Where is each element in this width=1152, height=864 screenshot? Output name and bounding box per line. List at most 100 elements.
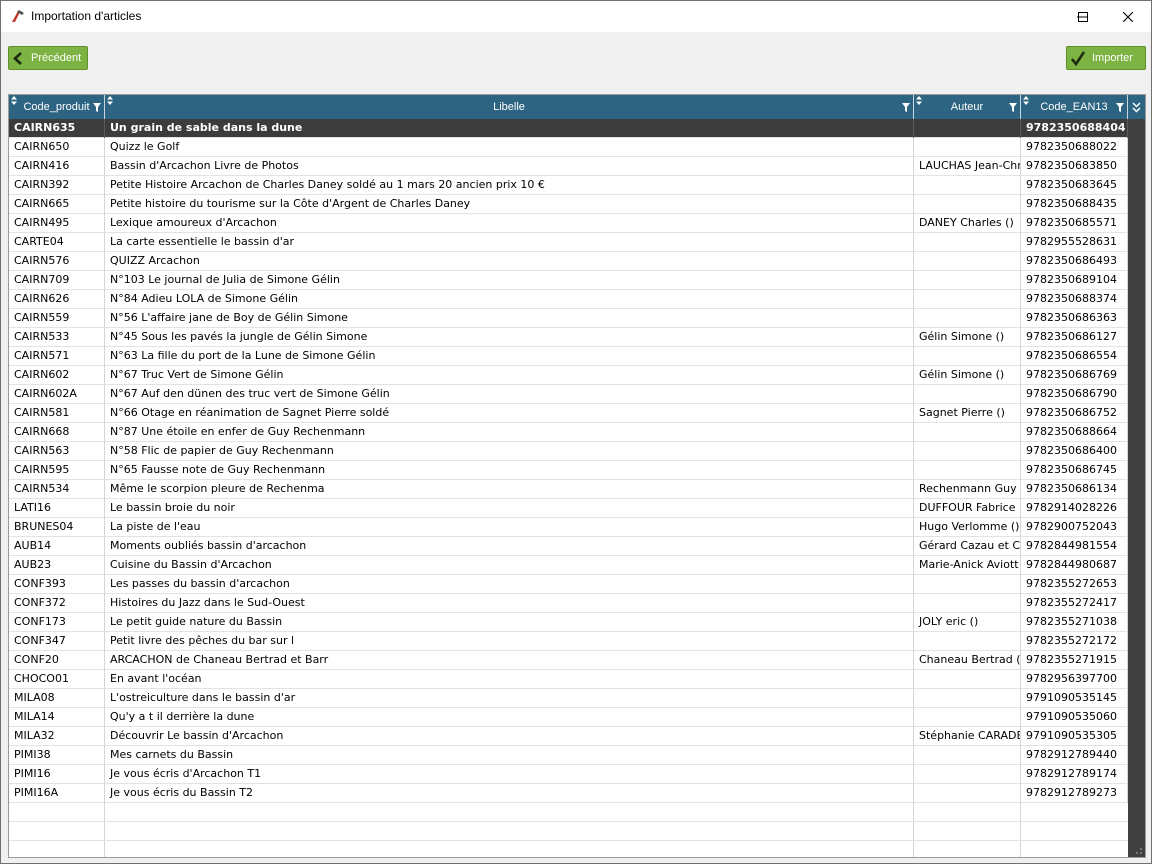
filter-icon[interactable]: [1009, 103, 1017, 112]
table-row[interactable]: CAIRN595 N°65 Fausse note de Guy Rechenma…: [9, 461, 1128, 480]
table-row[interactable]: CARTE04 La carte essentielle le bassin d'…: [9, 233, 1128, 252]
table-row[interactable]: MILA08 L'ostreiculture dans le bassin d'a…: [9, 689, 1128, 708]
table-row[interactable]: CAIRN668 N°87 Une étoile en enfer de Guy …: [9, 423, 1128, 442]
filter-icon[interactable]: [93, 103, 101, 112]
cell-auteur: [914, 252, 1021, 271]
cell-code-ean13: 9782956397700: [1021, 670, 1128, 689]
table-row[interactable]: CAIRN665 Petite histoire du tourisme sur …: [9, 195, 1128, 214]
cell-auteur: Gérard Cazau et C: [914, 537, 1021, 556]
table-row[interactable]: CAIRN635 Un grain de sable dans la dune 97…: [9, 119, 1128, 138]
column-header-code-ean13[interactable]: Code_EAN13: [1021, 95, 1128, 119]
cell-auteur: [914, 784, 1021, 803]
filter-icon[interactable]: [902, 103, 910, 112]
table-row[interactable]: CAIRN626 N°84 Adieu LOLA de Simone Gélin 9…: [9, 290, 1128, 309]
cell-code-ean13: 9791090535060: [1021, 708, 1128, 727]
table-row[interactable]: CAIRN533 N°45 Sous les pavés la jungle de…: [9, 328, 1128, 347]
cell-code-produit: CAIRN602: [9, 366, 105, 385]
cell-auteur: Rechenmann Guy: [914, 480, 1021, 499]
cell-libelle: Un grain de sable dans la dune: [105, 119, 914, 138]
table-row[interactable]: CAIRN563 N°58 Flic de papier de Guy Reche…: [9, 442, 1128, 461]
table-row[interactable]: PIMI16A Je vous écris du Bassin T2 9782912…: [9, 784, 1128, 803]
empty-row: [9, 841, 1128, 857]
cell-libelle: N°63 La fille du port de la Lune de Simo…: [105, 347, 914, 366]
table-row[interactable]: MILA14 Qu'y a t il derrière la dune 979109…: [9, 708, 1128, 727]
cell-libelle: N°67 Auf den dünen des truc vert de Simo…: [105, 385, 914, 404]
cell-code-produit: LATI16: [9, 499, 105, 518]
cell-auteur: [914, 176, 1021, 195]
maximize-button[interactable]: [1060, 1, 1106, 32]
cell-auteur: [914, 195, 1021, 214]
cell-libelle: N°58 Flic de papier de Guy Rechenmann: [105, 442, 914, 461]
cell-libelle: Découvrir Le bassin d'Arcachon: [105, 727, 914, 746]
table-row[interactable]: CAIRN416 Bassin d'Arcachon Livre de Photo…: [9, 157, 1128, 176]
column-label: Code_EAN13: [1040, 101, 1108, 113]
table-row[interactable]: CONF393 Les passes du bassin d'arcachon 97…: [9, 575, 1128, 594]
cell-auteur: [914, 632, 1021, 651]
table-row[interactable]: CONF20 ARCACHON de Chaneau Bertrad et Bar…: [9, 651, 1128, 670]
cell-auteur: Marie-Anick Aviott: [914, 556, 1021, 575]
cell-auteur: [914, 670, 1021, 689]
cell-libelle: ARCACHON de Chaneau Bertrad et Barr: [105, 651, 914, 670]
table-row[interactable]: CONF347 Petit livre des pêches du bar sur…: [9, 632, 1128, 651]
table-row[interactable]: CAIRN709 N°103 Le journal de Julia de Sim…: [9, 271, 1128, 290]
cell-code-ean13: 9782355271038: [1021, 613, 1128, 632]
table-row[interactable]: AUB23 Cuisine du Bassin d'Arcachon Marie-A…: [9, 556, 1128, 575]
cell-libelle: N°65 Fausse note de Guy Rechenmann: [105, 461, 914, 480]
cell-libelle: Lexique amoureux d'Arcachon: [105, 214, 914, 233]
cell-auteur: [914, 119, 1021, 138]
table-row[interactable]: MILA32 Découvrir Le bassin d'Arcachon Stép…: [9, 727, 1128, 746]
table-row[interactable]: BRUNES04 La piste de l'eau Hugo Verlomme (…: [9, 518, 1128, 537]
cell-code-produit: CAIRN635: [9, 119, 105, 138]
table-row[interactable]: CAIRN576 QUIZZ Arcachon 9782350686493: [9, 252, 1128, 271]
table-row[interactable]: AUB14 Moments oubliés bassin d'arcachon Gé…: [9, 537, 1128, 556]
table-row[interactable]: PIMI16 Je vous écris d'Arcachon T1 9782912…: [9, 765, 1128, 784]
table-row[interactable]: PIMI38 Mes carnets du Bassin 9782912789440: [9, 746, 1128, 765]
cell-code-produit: CAIRN602A: [9, 385, 105, 404]
column-header-code-produit[interactable]: Code_produit: [9, 95, 105, 119]
resize-grip-icon[interactable]: [1133, 845, 1143, 855]
table-row[interactable]: CHOCO01 En avant l'océan 9782956397700: [9, 670, 1128, 689]
cell-code-ean13: 9782350686400: [1021, 442, 1128, 461]
double-chevron-down-icon: [1132, 102, 1141, 113]
table-row[interactable]: CAIRN534 Même le scorpion pleure de Reche…: [9, 480, 1128, 499]
empty-row: [9, 803, 1128, 822]
cell-libelle: L'ostreiculture dans le bassin d'ar: [105, 689, 914, 708]
table-row[interactable]: CAIRN602A N°67 Auf den dünen des truc ver…: [9, 385, 1128, 404]
cell-code-produit: CAIRN495: [9, 214, 105, 233]
cell-libelle: Le petit guide nature du Bassin: [105, 613, 914, 632]
table-row[interactable]: CAIRN581 N°66 Otage en réanimation de Sag…: [9, 404, 1128, 423]
cell-code-produit: CHOCO01: [9, 670, 105, 689]
cell-libelle: Le bassin broie du noir: [105, 499, 914, 518]
table-row[interactable]: CAIRN495 Lexique amoureux d'Arcachon DANEY…: [9, 214, 1128, 233]
filter-icon[interactable]: [1116, 103, 1124, 112]
column-header-libelle[interactable]: Libelle: [105, 95, 914, 119]
cell-code-produit: CONF173: [9, 613, 105, 632]
column-chooser-button[interactable]: [1128, 95, 1145, 119]
cell-code-produit: CAIRN576: [9, 252, 105, 271]
table-row[interactable]: CONF173 Le petit guide nature du Bassin JO…: [9, 613, 1128, 632]
cell-auteur: [914, 233, 1021, 252]
cell-code-produit: CAIRN709: [9, 271, 105, 290]
vertical-scrollbar[interactable]: [1128, 119, 1145, 857]
cell-auteur: [914, 271, 1021, 290]
table-row[interactable]: CONF372 Histoires du Jazz dans le Sud-Oue…: [9, 594, 1128, 613]
chevron-left-icon: [13, 52, 22, 65]
table-row[interactable]: CAIRN650 Quizz le Golf 9782350688022: [9, 138, 1128, 157]
cell-code-ean13: 9782844980687: [1021, 556, 1128, 575]
close-button[interactable]: [1105, 1, 1151, 32]
cell-code-produit: CARTE04: [9, 233, 105, 252]
table-row[interactable]: CAIRN559 N°56 L'affaire jane de Boy de Gé…: [9, 309, 1128, 328]
import-button[interactable]: Importer: [1066, 46, 1146, 70]
table-row[interactable]: LATI16 Le bassin broie du noir DUFFOUR Fab…: [9, 499, 1128, 518]
previous-button[interactable]: Précédent: [8, 46, 88, 70]
table-row[interactable]: CAIRN602 N°67 Truc Vert de Simone Gélin Gé…: [9, 366, 1128, 385]
cell-auteur: [914, 689, 1021, 708]
cell-code-ean13: 9782350686134: [1021, 480, 1128, 499]
title-bar: Importation d'articles: [1, 1, 1151, 32]
table-row[interactable]: CAIRN392 Petite Histoire Arcachon de Char…: [9, 176, 1128, 195]
cell-auteur: Gélin Simone (): [914, 328, 1021, 347]
cell-code-ean13: 9782955528631: [1021, 233, 1128, 252]
table-row[interactable]: CAIRN571 N°63 La fille du port de la Lune…: [9, 347, 1128, 366]
column-header-auteur[interactable]: Auteur: [914, 95, 1021, 119]
cell-code-ean13: 9782912789273: [1021, 784, 1128, 803]
